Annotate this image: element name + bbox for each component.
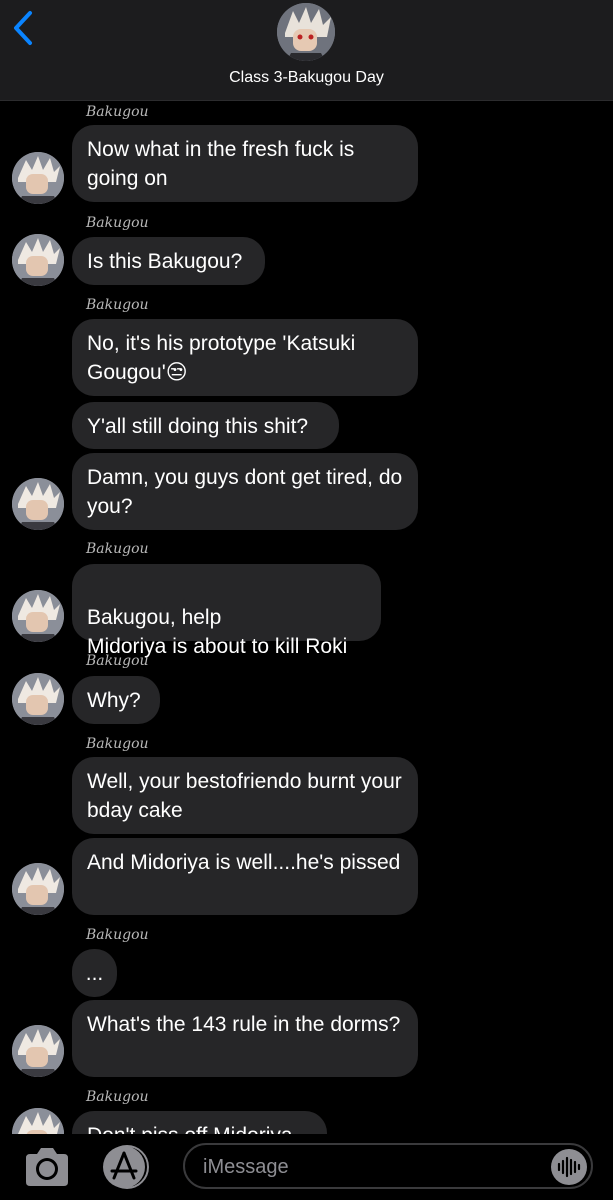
- message-text: Damn, you guys dont get tired, do you?: [87, 466, 403, 518]
- message-bubble[interactable]: No, it's his prototype 'Katsuki Gougou'😒: [72, 319, 418, 396]
- back-chevron-icon[interactable]: [10, 10, 40, 46]
- message-text: What's the 143 rule in the dorms?: [87, 1013, 401, 1036]
- message-bubble[interactable]: Damn, you guys dont get tired, do you?: [72, 453, 418, 530]
- message-bubble[interactable]: Bakugou, help Midoriya is about to kill …: [72, 564, 381, 658]
- message-bubble[interactable]: Now what in the fresh fuck is going on: [72, 125, 418, 202]
- message-bubble[interactable]: ...: [72, 949, 117, 997]
- avatar[interactable]: [12, 152, 64, 204]
- conversation-header: Class 3-Bakugou Day: [0, 0, 613, 101]
- group-avatar[interactable]: [277, 3, 335, 61]
- message-text: Bakugou, help Midoriya is about to kill …: [87, 606, 348, 658]
- message-text: Y'all still doing this shit?: [87, 415, 309, 438]
- unamused-face-emoji: 😒: [165, 361, 188, 384]
- message-text: No, it's his prototype 'Katsuki Gougou': [87, 332, 356, 384]
- message-text: Why?: [87, 689, 141, 712]
- message-bubble[interactable]: Why?: [72, 676, 160, 724]
- sender-name: Bakugou: [86, 297, 149, 313]
- audio-waveform-icon[interactable]: [551, 1149, 587, 1185]
- message-thread[interactable]: Bakugou Now what in the fresh fuck is go…: [0, 100, 613, 1134]
- sender-name: Bakugou: [86, 541, 149, 557]
- message-input-field[interactable]: [183, 1143, 593, 1189]
- message-bubble[interactable]: Y'all still doing this shit?: [72, 402, 339, 449]
- avatar[interactable]: [12, 863, 64, 915]
- message-bubble[interactable]: Don't piss off Midoriya: [72, 1111, 327, 1134]
- message-bubble[interactable]: And Midoriya is well....he's pissed: [72, 838, 418, 915]
- message-text: ...: [85, 962, 104, 985]
- message-text: Is this Bakugou?: [87, 250, 243, 273]
- sender-name: Bakugou: [86, 927, 149, 943]
- avatar[interactable]: [12, 1025, 64, 1077]
- message-composer: [0, 1134, 613, 1200]
- sender-name: Bakugou: [86, 1089, 149, 1105]
- sender-name: Bakugou: [86, 215, 149, 231]
- message-text: Don't piss off Midoriya: [87, 1124, 293, 1134]
- camera-icon[interactable]: [22, 1146, 72, 1188]
- message-text: And Midoriya is well....he's pissed: [87, 851, 401, 874]
- app-store-icon[interactable]: [100, 1144, 152, 1190]
- message-bubble[interactable]: Is this Bakugou?: [72, 237, 265, 285]
- message-bubble[interactable]: What's the 143 rule in the dorms?: [72, 1000, 418, 1077]
- avatar[interactable]: [12, 673, 64, 725]
- message-text: Now what in the fresh fuck is going on: [87, 138, 355, 190]
- avatar[interactable]: [12, 590, 64, 642]
- conversation-title[interactable]: Class 3-Bakugou Day: [0, 69, 613, 87]
- sender-name: Bakugou: [86, 104, 149, 120]
- avatar[interactable]: [12, 234, 64, 286]
- sender-name: Bakugou: [86, 736, 149, 752]
- imessage-input[interactable]: [201, 1153, 535, 1181]
- message-bubble[interactable]: Well, your bestofriendo burnt your bday …: [72, 757, 418, 834]
- message-text: Well, your bestofriendo burnt your bday …: [87, 770, 402, 822]
- sender-name: Bakugou: [86, 653, 149, 669]
- avatar[interactable]: [12, 1108, 64, 1134]
- avatar[interactable]: [12, 478, 64, 530]
